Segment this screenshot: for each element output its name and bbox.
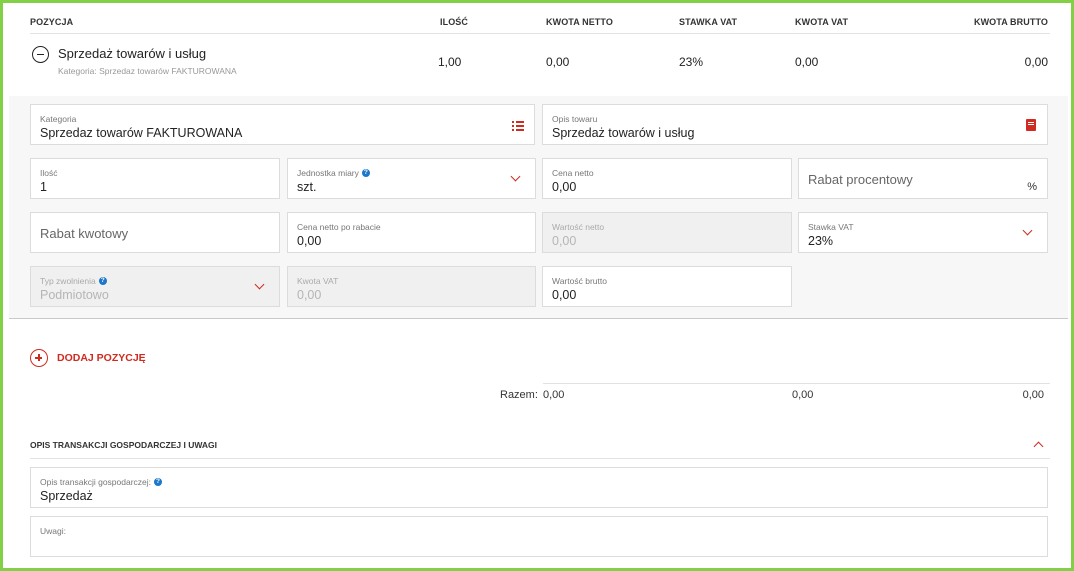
net-price-label: Cena netto — [552, 168, 594, 178]
category-field[interactable]: Kategoria Sprzedaz towarów FAKTUROWANA — [30, 104, 535, 145]
collapse-minus-icon[interactable] — [32, 46, 49, 63]
col-header-vat-rate: STAWKA VAT — [679, 17, 738, 27]
totals-net: 0,00 — [543, 389, 565, 401]
row-gross-amount: 0,00 — [1024, 55, 1048, 69]
net-value-field: Wartość netto 0,00 — [542, 212, 792, 253]
gross-value-field[interactable]: Wartość brutto 0,00 — [542, 266, 792, 307]
screen-frame: POZYCJA ILOŚĆ KWOTA NETTO STAWKA VAT KWO… — [0, 0, 1074, 571]
row-net-amount: 0,00 — [546, 55, 570, 69]
transaction-label-wrap: Opis transakcji gospodarczej:? — [40, 477, 163, 487]
totals-label: Razem: — [500, 389, 538, 401]
transaction-value: Sprzedaż — [40, 489, 93, 503]
net-after-discount-label: Cena netto po rabacie — [297, 222, 381, 232]
col-header-quantity: ILOŚĆ — [440, 17, 469, 27]
row-quantity: 1,00 — [438, 55, 462, 69]
remarks-label: Uwagi: — [40, 526, 66, 536]
quantity-value: 1 — [40, 180, 47, 194]
quantity-field[interactable]: Ilość 1 — [30, 158, 280, 199]
section-divider — [30, 458, 1050, 459]
col-header-position: POZYCJA — [30, 17, 74, 27]
row-vat-amount: 0,00 — [795, 55, 819, 69]
gross-value-value: 0,00 — [552, 288, 577, 302]
vat-rate-select[interactable]: Stawka VAT 23% — [798, 212, 1048, 253]
list-icon[interactable] — [512, 120, 524, 131]
discount-percent-field[interactable]: Rabat procentowy % — [798, 158, 1048, 199]
chevron-up-icon[interactable] — [1033, 441, 1044, 452]
book-icon[interactable] — [1026, 119, 1036, 131]
net-after-discount-field[interactable]: Cena netto po rabacie 0,00 — [287, 212, 536, 253]
item-description-value: Sprzedaż towarów i usług — [552, 126, 695, 140]
item-category: Kategoria: Sprzedaz towarów FAKTUROWANA — [58, 66, 237, 76]
percent-suffix: % — [1027, 181, 1037, 193]
transaction-label: Opis transakcji gospodarczej: — [40, 477, 152, 487]
vat-amount-value: 0,00 — [297, 288, 322, 302]
positions-table-header: POZYCJA ILOŚĆ KWOTA NETTO STAWKA VAT KWO… — [30, 14, 1050, 34]
net-price-field[interactable]: Cena netto 0,00 — [542, 158, 792, 199]
net-value-value: 0,00 — [552, 234, 577, 248]
vat-rate-value: 23% — [808, 234, 834, 248]
vat-rate-label: Stawka VAT — [808, 222, 854, 232]
vat-amount-field: Kwota VAT 0,00 — [287, 266, 536, 307]
notes-section-title: OPIS TRANSAKCJI GOSPODARCZEJ I UWAGI — [30, 440, 218, 450]
chevron-down-icon[interactable] — [510, 171, 521, 182]
category-value: Sprzedaz towarów FAKTUROWANA — [40, 126, 243, 140]
col-header-net-amount: KWOTA NETTO — [546, 17, 613, 27]
unit-label: Jednostka miary — [297, 168, 359, 178]
info-icon[interactable]: ? — [98, 277, 107, 285]
add-position-label: DODAJ POZYCJĘ — [57, 352, 146, 364]
item-description-field[interactable]: Opis towaru Sprzedaż towarów i usług — [542, 104, 1048, 145]
vat-amount-label: Kwota VAT — [297, 276, 339, 286]
totals-gross: 0,00 — [1022, 389, 1044, 401]
exemption-type-label-wrap: Typ zwolnienia? — [40, 276, 107, 286]
net-value-label: Wartość netto — [552, 222, 605, 232]
exemption-type-select: Typ zwolnienia? Podmiotowo — [30, 266, 280, 307]
net-after-discount-value: 0,00 — [297, 234, 322, 248]
col-header-gross-amount: KWOTA BRUTTO — [973, 17, 1048, 27]
unit-select[interactable]: Jednostka miary? szt. — [287, 158, 536, 199]
item-description-label: Opis towaru — [552, 114, 598, 124]
remarks-field[interactable]: Uwagi: — [30, 516, 1048, 557]
exemption-type-value: Podmiotowo — [40, 288, 109, 302]
col-header-vat-amount: KWOTA VAT — [795, 17, 849, 27]
discount-percent-placeholder: Rabat procentowy — [808, 172, 913, 187]
item-name: Sprzedaż towarów i usług — [58, 46, 207, 61]
add-position-button[interactable]: DODAJ POZYCJĘ — [30, 349, 146, 367]
table-row: Sprzedaż towarów i usług Kategoria: Sprz… — [30, 35, 1050, 91]
discount-amount-placeholder: Rabat kwotowy — [40, 226, 129, 241]
chevron-down-icon[interactable] — [1022, 225, 1033, 236]
info-icon[interactable]: ? — [154, 478, 163, 486]
unit-value: szt. — [297, 180, 317, 194]
totals-vat: 0,00 — [792, 389, 814, 401]
chevron-down-icon — [254, 279, 265, 290]
totals-divider — [543, 383, 1050, 384]
item-edit-panel: Kategoria Sprzedaz towarów FAKTUROWANA O… — [9, 96, 1068, 319]
net-price-value: 0,00 — [552, 180, 577, 194]
gross-value-label: Wartość brutto — [552, 276, 607, 286]
unit-label-wrap: Jednostka miary? — [297, 168, 370, 178]
transaction-description-field[interactable]: Opis transakcji gospodarczej:? Sprzedaż — [30, 467, 1048, 508]
plus-circle-icon — [30, 349, 48, 367]
info-icon[interactable]: ? — [361, 169, 370, 177]
exemption-type-label: Typ zwolnienia — [40, 276, 96, 286]
row-vat-rate: 23% — [679, 55, 704, 69]
quantity-label: Ilość — [40, 168, 58, 178]
category-label: Kategoria — [40, 114, 77, 124]
discount-amount-field[interactable]: Rabat kwotowy — [30, 212, 280, 253]
